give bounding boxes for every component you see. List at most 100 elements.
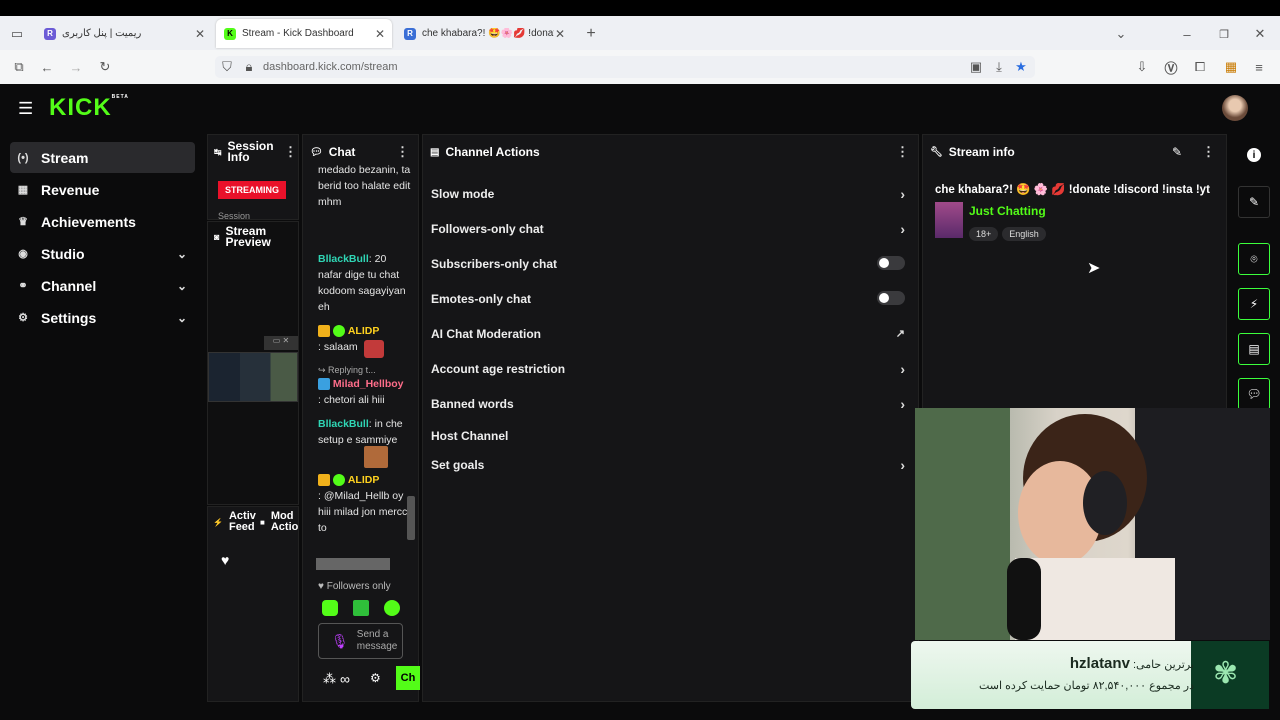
heart-icon[interactable]: ♥ xyxy=(221,552,229,568)
window-close-icon[interactable]: ✕ xyxy=(1251,25,1269,43)
downloads-icon[interactable]: ⇩ xyxy=(1133,58,1151,76)
minimize-icon[interactable]: – xyxy=(1178,25,1196,43)
edit-pencil-icon[interactable]: ✎ xyxy=(1172,145,1182,159)
panel-title: Chat xyxy=(328,145,356,159)
set-goals-row[interactable]: Set goals › xyxy=(431,447,911,482)
chat-settings-icon[interactable]: ⚙ xyxy=(370,671,381,685)
preview-video[interactable] xyxy=(208,352,298,402)
sidebar-toggle-icon[interactable]: ⧉ xyxy=(10,58,28,76)
url-text: dashboard.kick.com/stream xyxy=(263,61,398,73)
send-message-input[interactable]: 🎙︎ Send a message xyxy=(318,623,403,659)
tab-overview-icon[interactable]: ▭ xyxy=(8,25,26,43)
lock-icon[interactable]: 🔒︎ xyxy=(240,58,258,76)
emote-icon xyxy=(364,340,384,358)
sidebar-item-revenue[interactable]: ▦ Revenue xyxy=(10,174,195,205)
chat-send-button[interactable]: Ch xyxy=(396,666,420,690)
chevron-right-icon: › xyxy=(900,220,905,237)
activity-feed-panel xyxy=(207,506,299,702)
reply-indicator[interactable]: ↪ Replying t... xyxy=(318,362,412,376)
slow-mode-row[interactable]: Slow mode › xyxy=(431,176,911,211)
sidebar-item-achievements[interactable]: ♛ Achievements xyxy=(10,206,195,237)
menu-icon[interactable]: ≡ xyxy=(1250,58,1268,76)
channel-actions-menu-icon[interactable]: ⋮ xyxy=(896,144,909,160)
reload-icon[interactable]: ↻ xyxy=(96,58,114,76)
stream-info-menu-icon[interactable]: ⋮ xyxy=(1202,144,1215,160)
user-badge-icon xyxy=(318,378,330,391)
browser-tab-stream[interactable]: R che khabara?! 🤩🌸💋 !donat ✕ xyxy=(396,19,572,48)
extensions-icon[interactable]: ⧠ xyxy=(1191,58,1209,76)
subscribers-only-toggle[interactable] xyxy=(877,256,905,270)
hamburger-icon[interactable]: ☰ xyxy=(18,99,33,119)
tag-badge: 18+ xyxy=(969,227,999,241)
address-bar[interactable]: dashboard.kick.com/stream xyxy=(215,56,1035,78)
notes-toggle[interactable]: ▤ xyxy=(1238,333,1270,365)
row-label: Emotes-only chat xyxy=(431,291,532,306)
avatar[interactable] xyxy=(1222,95,1248,121)
close-tab-icon[interactable]: ✕ xyxy=(555,27,565,41)
back-icon[interactable]: ← xyxy=(38,58,56,76)
chat-username[interactable]: ALIDP xyxy=(348,474,380,486)
document-icon: ▤ xyxy=(1248,342,1260,356)
close-tab-icon[interactable]: ✕ xyxy=(375,27,385,41)
emotes-only-toggle[interactable] xyxy=(877,291,905,305)
session-info-header: ↹ Session Info xyxy=(214,140,284,163)
activity-toggle[interactable]: ⚡︎ xyxy=(1238,288,1270,320)
account-age-row[interactable]: Account age restriction › xyxy=(431,351,911,386)
list-tabs-icon[interactable]: ⌄ xyxy=(1112,25,1130,43)
remit-favicon-icon: R xyxy=(404,27,416,40)
emote-picker-icon[interactable] xyxy=(353,600,369,616)
vpn-extension-icon[interactable]: Ⓥ xyxy=(1162,58,1180,76)
preview-controls-icon[interactable]: ▭ ✕ xyxy=(264,336,298,350)
close-tab-icon[interactable]: ✕ xyxy=(195,27,205,41)
chat-toggle[interactable]: 💬︎ xyxy=(1238,378,1270,410)
sidebar-item-stream[interactable]: (•) Stream xyxy=(10,142,195,173)
sidebar-item-settings[interactable]: ⚙ Settings ⌄ xyxy=(10,302,195,333)
bookmark-star-icon[interactable]: ★ xyxy=(1012,58,1030,76)
emote-picker-icon[interactable] xyxy=(384,600,400,616)
new-tab-icon[interactable]: + xyxy=(582,25,600,43)
panel-title: Stream info xyxy=(948,145,1015,159)
shield-icon[interactable]: ⛉ xyxy=(218,58,236,76)
save-page-icon[interactable]: ⤓ xyxy=(990,58,1008,76)
session-menu-icon[interactable]: ⋮ xyxy=(284,144,297,160)
browser-tab-kick[interactable]: K Stream - Kick Dashboard ✕ xyxy=(216,19,392,48)
emote-picker-icon[interactable] xyxy=(322,600,338,616)
forward-icon[interactable]: → xyxy=(67,58,85,76)
infinity-icon[interactable]: ∞ xyxy=(340,671,350,687)
external-link-icon: ↗ xyxy=(895,328,905,340)
horizontal-scrollbar[interactable] xyxy=(316,558,390,570)
banned-words-row[interactable]: Banned words › xyxy=(431,386,911,421)
info-icon[interactable]: i xyxy=(1247,148,1261,162)
row-label: Banned words xyxy=(431,396,514,411)
stream-preview-toggle[interactable]: ⌾ xyxy=(1238,243,1270,275)
chat-username[interactable]: Milad_Hellboy xyxy=(333,378,404,390)
category-link[interactable]: Just Chatting xyxy=(969,204,1046,218)
fox-extension-icon[interactable]: ▦ xyxy=(1222,58,1240,76)
logo-text: KICK xyxy=(49,94,112,121)
screenshot-icon[interactable]: ▣ xyxy=(967,58,985,76)
ai-moderation-row[interactable]: AI Chat Moderation ↗ xyxy=(431,316,911,351)
chat-username[interactable]: BllackBull xyxy=(318,253,369,265)
activity-header: ⚡ Activ Feed xyxy=(213,511,257,533)
restore-icon[interactable]: ❐ xyxy=(1215,25,1233,43)
mouse-cursor-icon: ➤ xyxy=(1087,260,1101,277)
message-text: : chetori ali hiii xyxy=(318,394,385,406)
row-label: Subscribers-only chat xyxy=(431,256,558,271)
remit-favicon-icon: R xyxy=(44,27,56,40)
kick-logo[interactable]: KICKBETA xyxy=(49,94,129,122)
chat-menu-icon[interactable]: ⋮ xyxy=(396,144,409,160)
sidebar-item-channel[interactable]: ⚭ Channel ⌄ xyxy=(10,270,195,301)
sidebar-item-studio[interactable]: ◉ Studio ⌄ xyxy=(10,238,195,269)
panel-title: Stream Preview xyxy=(225,224,271,249)
chat-header: 💬︎ Chat xyxy=(310,145,355,159)
chat-username[interactable]: ALIDP xyxy=(348,325,380,337)
users-icon[interactable]: ⁂ xyxy=(323,671,336,687)
sidebar-item-label: Stream xyxy=(41,149,89,166)
followers-only-row[interactable]: Followers-only chat › xyxy=(431,211,911,246)
stream-tags: 18+ English xyxy=(969,224,1050,242)
browser-tab-remit[interactable]: R ریمیت | پنل کاربری ✕ xyxy=(36,19,212,48)
category-thumbnail[interactable] xyxy=(935,202,963,238)
chat-username[interactable]: BllackBull xyxy=(318,418,369,430)
edit-layout-button[interactable]: ✎ xyxy=(1238,186,1270,218)
row-label: AI Chat Moderation xyxy=(431,326,541,341)
